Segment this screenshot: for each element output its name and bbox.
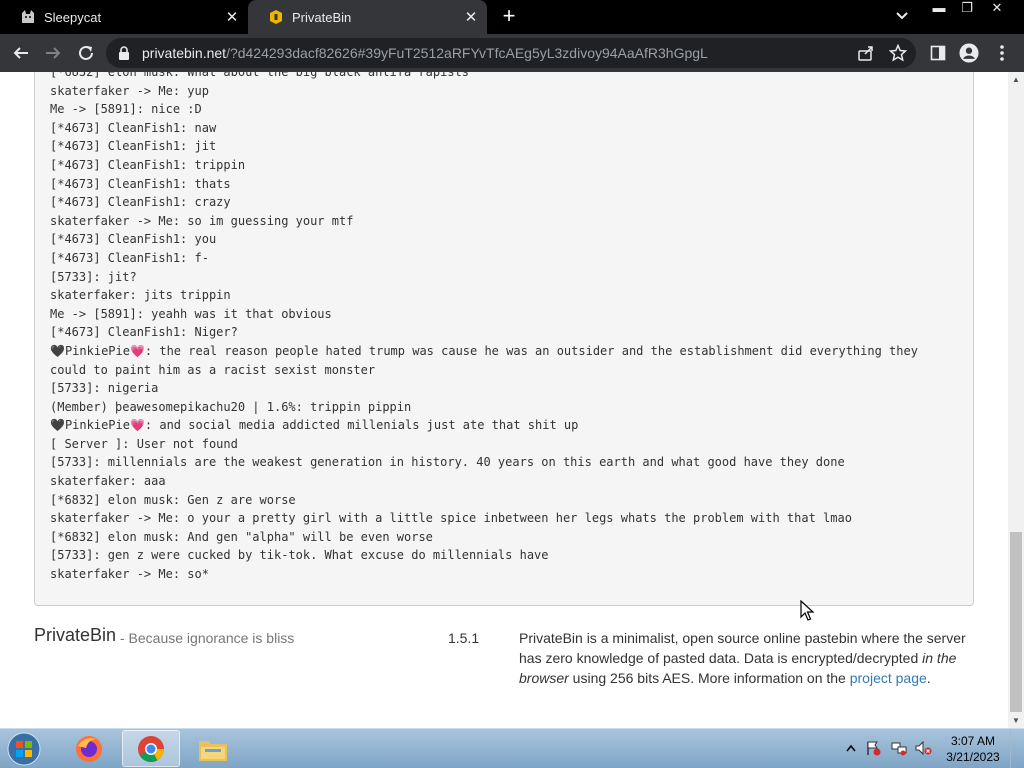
network-icon[interactable] — [890, 739, 908, 757]
reload-icon[interactable] — [75, 42, 97, 64]
chat-line: [*4673] CleanFish1: jit — [50, 139, 217, 154]
clock-date: 3/21/2023 — [946, 750, 1000, 764]
about-text-part: using 256 bits AES. More information on … — [568, 670, 850, 686]
chat-line: skaterfaker -> Me: so im guessing your m… — [50, 213, 354, 228]
chat-line: skaterfaker -> Me: o your a pretty girl … — [50, 511, 852, 526]
chat-line: [5733]: millennials are the weakest gene… — [50, 455, 845, 470]
minimize-icon[interactable]: ▬ — [926, 0, 952, 18]
chat-line: (Member) þeawesomepikachu20 | 1.6%: trip… — [50, 399, 412, 414]
chat-line: skaterfaker -> Me: so* — [50, 567, 209, 582]
browser-menu-icon[interactable] — [992, 43, 1012, 63]
chat-line: skaterfaker: aaa — [50, 474, 166, 489]
brand-title: PrivateBin — [34, 625, 117, 645]
scrollbar-thumb[interactable] — [1010, 532, 1022, 712]
chat-line: 🖤PinkiePie💗: and social media addicted m… — [50, 418, 579, 433]
tab-search-chevron-icon[interactable] — [895, 8, 915, 26]
window-close-icon[interactable]: ✕ — [984, 0, 1010, 18]
version-number: 1.5.1 — [448, 630, 480, 646]
bookmark-star-icon[interactable] — [888, 43, 908, 63]
chat-line: [*4673] CleanFish1: trippin — [50, 157, 246, 172]
chat-line: skaterfaker -> Me: yup — [50, 83, 209, 98]
share-icon[interactable] — [856, 43, 876, 63]
chat-line: [*4673] CleanFish1: Niger? — [50, 325, 238, 340]
volume-muted-icon[interactable] — [914, 739, 932, 757]
chat-line: [*6832] elon musk: And gen "alpha" will … — [50, 529, 433, 544]
chat-line: Me -> [5891]: nice :D — [50, 102, 202, 117]
close-tab-icon[interactable]: ✕ — [461, 7, 481, 27]
start-button-icon[interactable] — [4, 731, 44, 767]
chat-line: [*6832] elon musk: Gen z are worse — [50, 492, 296, 507]
chat-line: Me -> [5891]: yeahh was it that obvious — [50, 306, 332, 321]
chat-line: [5733]: nigeria — [50, 381, 159, 396]
chat-line: [*4673] CleanFish1: thats — [50, 176, 231, 191]
page-content: [*6832] elon musk: What about the big bl… — [0, 72, 1008, 728]
page-scrollbar[interactable]: ▲ ▼ — [1008, 72, 1024, 728]
brand-tagline: - Because ignorance is bliss — [120, 630, 295, 646]
chat-line: [*4673] CleanFish1: you — [50, 232, 217, 247]
url-path: /?d424293dacf82626#39yFuT2512aRFYvTfcAEg… — [226, 45, 708, 61]
chat-line: [ Server ]: User not found — [50, 436, 238, 451]
taskbar-chrome-icon[interactable] — [122, 730, 180, 767]
browser-toolbar: privatebin.net/?d424293dacf82626#39yFuT2… — [0, 34, 1024, 72]
system-clock[interactable]: 3:07 AM 3/21/2023 — [944, 733, 1002, 765]
about-text: PrivateBin is a minimalist, open source … — [519, 628, 974, 688]
url-text: privatebin.net/?d424293dacf82626#39yFuT2… — [142, 45, 708, 61]
show-hidden-icons-icon[interactable] — [842, 739, 860, 757]
paste-text: [*6832] elon musk: What about the big bl… — [50, 72, 955, 584]
chat-line: [5733]: gen z were cucked by tik-tok. Wh… — [50, 548, 549, 563]
paste-content-box: [*6832] elon musk: What about the big bl… — [34, 72, 974, 606]
chat-line: [*4673] CleanFish1: naw — [50, 120, 217, 135]
close-tab-icon[interactable]: ✕ — [222, 7, 242, 27]
chat-line: [*4673] CleanFish1: f- — [50, 250, 209, 265]
tab-title: Sleepycat — [44, 9, 102, 25]
sleepycat-favicon-icon — [20, 9, 36, 25]
lock-icon[interactable] — [118, 46, 130, 65]
restore-icon[interactable]: ❐ — [954, 0, 980, 18]
chat-line: 🖤PinkiePie💗: the real reason people hate… — [50, 343, 918, 377]
new-tab-button[interactable]: + — [498, 5, 520, 28]
mouse-pointer-icon — [800, 599, 816, 627]
scroll-down-arrow-icon[interactable]: ▼ — [1012, 716, 1020, 725]
project-page-link[interactable]: project page — [850, 670, 927, 686]
taskbar-firefox-icon[interactable] — [60, 730, 118, 767]
chat-line: [*4673] CleanFish1: crazy — [50, 195, 231, 210]
scroll-up-arrow-icon[interactable]: ▲ — [1012, 75, 1020, 84]
address-bar[interactable]: privatebin.net/?d424293dacf82626#39yFuT2… — [106, 38, 916, 68]
tab-strip: Sleepycat ✕ PrivateBin ✕ + ▬ ❐ ✕ — [0, 0, 1024, 34]
side-panel-icon[interactable] — [928, 43, 948, 63]
windows-taskbar: 3:07 AM 3/21/2023 — [0, 728, 1024, 768]
chat-line: skaterfaker: jits trippin — [50, 288, 231, 303]
about-text-end: . — [926, 670, 931, 686]
profile-avatar-icon[interactable] — [959, 43, 979, 63]
url-host: privatebin.net — [142, 45, 227, 61]
about-text-part: PrivateBin is a minimalist, open source … — [519, 630, 966, 666]
back-arrow-icon[interactable] — [10, 42, 32, 64]
tab-title: PrivateBin — [292, 9, 352, 25]
taskbar-file-explorer-icon[interactable] — [184, 730, 242, 767]
clock-time: 3:07 AM — [950, 734, 996, 748]
tab-privatebin[interactable]: PrivateBin ✕ — [248, 0, 487, 34]
action-center-flag-icon[interactable] — [864, 739, 882, 757]
chat-line: [*6832] elon musk: What about the big bl… — [50, 72, 470, 79]
tab-sleepycat[interactable]: Sleepycat ✕ — [0, 0, 248, 34]
privatebin-favicon-icon — [268, 9, 284, 25]
forward-arrow-icon[interactable] — [42, 42, 64, 64]
chat-line: [5733]: jit? — [50, 269, 137, 284]
show-desktop-button[interactable] — [1010, 729, 1024, 768]
